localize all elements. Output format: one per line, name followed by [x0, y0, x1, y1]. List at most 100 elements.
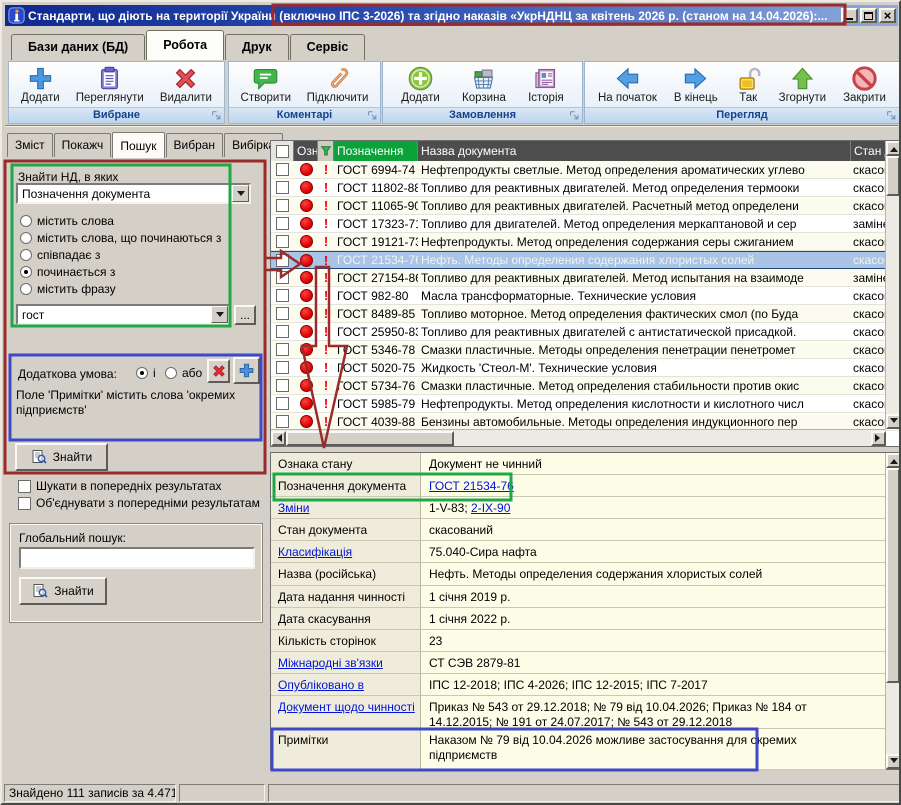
table-row[interactable]: !ГОСТ 6994-74Нефтепродукты светлые. Мето…: [271, 161, 900, 179]
merge-previous-checkbox[interactable]: Об'єднувати з попередніми результатам: [18, 496, 264, 510]
close-button[interactable]: ×: [879, 8, 896, 23]
or-radio-circle[interactable]: [165, 367, 177, 379]
row-checkbox[interactable]: [271, 341, 294, 358]
match-option-radio[interactable]: містить слова, що починаються з: [20, 231, 221, 245]
details-vertical-scrollbar[interactable]: [885, 453, 900, 769]
remove-condition-button[interactable]: [207, 359, 230, 383]
column-header-filter[interactable]: [318, 141, 334, 161]
checkbox-icon[interactable]: [276, 199, 289, 212]
toolbar-button[interactable]: В кінець: [670, 64, 722, 105]
or-radio[interactable]: або: [165, 366, 202, 380]
row-checkbox[interactable]: [271, 359, 294, 376]
table-row[interactable]: !ГОСТ 25950-83Топливо для реактивных дви…: [271, 323, 900, 341]
toolbar-button[interactable]: Підключити: [303, 64, 373, 105]
table-row[interactable]: !ГОСТ 5985-79Нефтепродукты. Метод опреде…: [271, 395, 900, 413]
match-option-radio[interactable]: містить фразу: [20, 282, 116, 296]
toolbar-button[interactable]: Переглянути: [72, 64, 148, 105]
chevron-down-icon[interactable]: [232, 185, 249, 202]
table-row[interactable]: !ГОСТ 27154-86Топливо для реактивных дви…: [271, 269, 900, 287]
scroll-up-button[interactable]: [886, 141, 901, 156]
row-checkbox[interactable]: [271, 269, 294, 286]
checkbox-icon[interactable]: [276, 343, 289, 356]
column-header-state[interactable]: Озн: [294, 141, 318, 161]
table-row[interactable]: !ГОСТ 5020-75Жидкость 'Стеол-М'. Техниче…: [271, 359, 900, 377]
table-row[interactable]: !ГОСТ 11065-90Топливо для реактивных дви…: [271, 197, 900, 215]
column-header-status[interactable]: Стан до: [851, 141, 887, 161]
sidebar-tab-пошук[interactable]: Пошук: [112, 132, 164, 158]
table-horizontal-scrollbar[interactable]: [271, 429, 886, 446]
table-row[interactable]: !ГОСТ 5734-76Смазки пластичные. Метод оп…: [271, 377, 900, 395]
row-checkbox[interactable]: [271, 413, 294, 430]
match-option-radio[interactable]: починається з: [20, 265, 115, 279]
toolbar-button[interactable]: Видалити: [156, 64, 216, 105]
ribbon-tab-4[interactable]: Сервіс: [290, 34, 366, 60]
table-vertical-scrollbar[interactable]: [885, 141, 900, 429]
ribbon-tab-3[interactable]: Друк: [225, 34, 289, 60]
checkbox-icon[interactable]: [276, 145, 289, 158]
radio-icon[interactable]: [20, 232, 32, 244]
table-row[interactable]: !ГОСТ 5346-78Смазки пластичные. Методы о…: [271, 341, 900, 359]
scroll-thumb[interactable]: [886, 156, 900, 196]
row-checkbox[interactable]: [271, 179, 294, 196]
row-checkbox[interactable]: [271, 161, 294, 178]
details-label-link[interactable]: Зміни: [278, 501, 310, 515]
details-value-link[interactable]: ГОСТ 21534-76: [429, 479, 514, 493]
match-option-radio[interactable]: співпадає з: [20, 248, 100, 262]
toolbar-button[interactable]: Так: [731, 64, 766, 105]
row-checkbox[interactable]: [271, 287, 294, 304]
radio-icon[interactable]: [20, 215, 32, 227]
toolbar-button[interactable]: Створити: [237, 64, 295, 105]
row-checkbox[interactable]: [271, 197, 294, 214]
radio-icon[interactable]: [20, 249, 32, 261]
scroll-thumb[interactable]: [886, 468, 900, 683]
toolbar-button[interactable]: Згорнути: [775, 64, 830, 105]
sidebar-tab-покажч[interactable]: Покажч: [54, 133, 112, 157]
global-search-input[interactable]: [19, 547, 255, 569]
row-checkbox[interactable]: [271, 305, 294, 322]
checkbox-icon[interactable]: [276, 361, 289, 374]
radio-icon[interactable]: [20, 283, 32, 295]
details-label-link[interactable]: Класифікація: [278, 545, 352, 559]
column-header-name[interactable]: Назва документа: [418, 141, 851, 161]
scroll-down-button[interactable]: [886, 414, 901, 429]
search-term-combo[interactable]: гост: [16, 304, 230, 325]
toolbar-button[interactable]: Додати: [17, 64, 64, 105]
checkbox-icon[interactable]: [276, 254, 289, 267]
group-launcher-icon[interactable]: [569, 110, 580, 121]
checkbox-icon[interactable]: [276, 163, 289, 176]
checkbox-icon[interactable]: [276, 235, 289, 248]
checkbox-icon[interactable]: [276, 181, 289, 194]
toolbar-button[interactable]: Додати: [397, 64, 444, 105]
row-checkbox[interactable]: [271, 233, 294, 250]
table-row[interactable]: !ГОСТ 17323-71Топливо для двигателей. Ме…: [271, 215, 900, 233]
details-value-link[interactable]: 2-IX-90: [471, 501, 510, 515]
details-label-link[interactable]: Документ щодо чинності: [278, 700, 415, 714]
minimize-button[interactable]: [841, 8, 858, 23]
row-checkbox[interactable]: [271, 395, 294, 412]
row-checkbox[interactable]: [271, 377, 294, 394]
toolbar-button[interactable]: Закрити: [839, 64, 890, 105]
row-checkbox[interactable]: [271, 323, 294, 340]
group-launcher-icon[interactable]: [211, 110, 222, 121]
row-checkbox[interactable]: [271, 252, 294, 268]
ribbon-tab-1[interactable]: Бази даних (БД): [11, 34, 145, 60]
table-row[interactable]: !ГОСТ 21534-76Нефть. Методы определения …: [271, 251, 900, 269]
scroll-left-button[interactable]: [271, 431, 286, 446]
toolbar-button[interactable]: Історія: [524, 64, 568, 105]
table-row[interactable]: !ГОСТ 19121-73Нефтепродукты. Метод опред…: [271, 233, 900, 251]
table-row[interactable]: !ГОСТ 8489-85Топливо моторное. Метод опр…: [271, 305, 900, 323]
scroll-right-button[interactable]: [871, 431, 886, 446]
column-header-designation[interactable]: Позначення: [334, 141, 418, 161]
checkbox-icon[interactable]: [276, 379, 289, 392]
scroll-up-button[interactable]: [886, 453, 901, 468]
radio-icon[interactable]: [20, 266, 32, 278]
search-in-previous-checkbox[interactable]: Шукати в попередніх результатах: [18, 479, 264, 493]
details-label-link[interactable]: Міжнародні зв'язки: [278, 656, 383, 670]
select-all-checkbox[interactable]: [271, 141, 294, 161]
checkbox-icon[interactable]: [276, 325, 289, 338]
toolbar-button[interactable]: Корзина: [458, 64, 510, 105]
checkbox-icon[interactable]: [18, 497, 31, 510]
row-checkbox[interactable]: [271, 215, 294, 232]
group-launcher-icon[interactable]: [367, 110, 378, 121]
match-option-radio[interactable]: містить слова: [20, 214, 114, 228]
